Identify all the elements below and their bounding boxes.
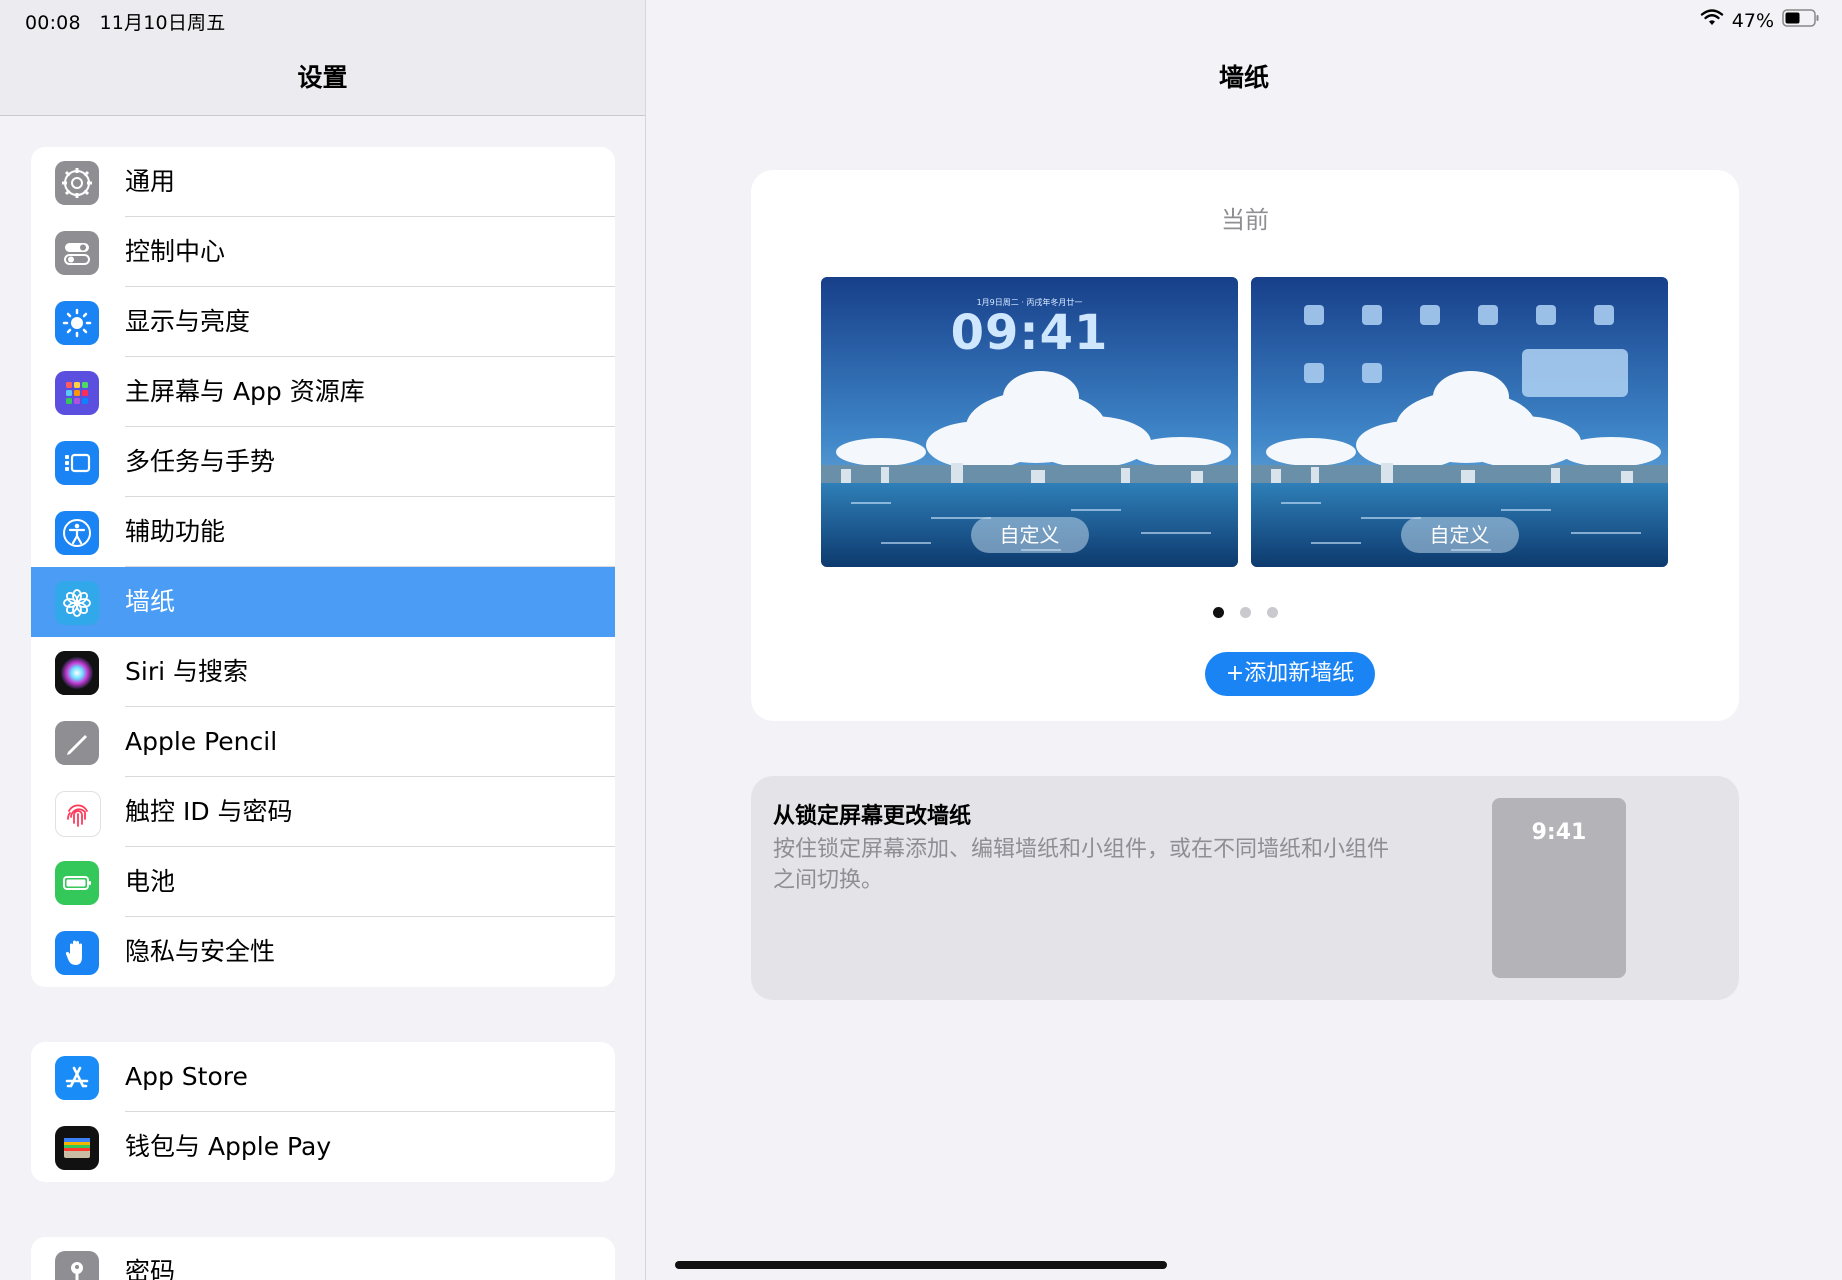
page-dot-2[interactable]	[1239, 607, 1251, 618]
sidebar-item-label: 密码	[125, 1257, 176, 1280]
sidebar-item-accessibility[interactable]: 辅助功能	[31, 497, 615, 567]
sidebar-item-label: 控制中心	[125, 237, 226, 266]
wallet-icon	[55, 1126, 99, 1170]
page-title: 墙纸	[1218, 63, 1269, 92]
hand-icon	[55, 931, 99, 975]
lock-screen-thumbnail: 9:41	[1492, 798, 1626, 978]
page-dot-1[interactable]	[1212, 607, 1224, 618]
sidebar-item-label: 显示与亮度	[125, 307, 251, 336]
sidebar-item-label: 钱包与 Apple Pay	[125, 1132, 332, 1161]
thumbnail-clock: 9:41	[1531, 820, 1587, 845]
sidebar-item-wallpaper[interactable]: 墙纸	[31, 567, 615, 637]
settings-group-accounts: 密码	[31, 1237, 615, 1280]
current-wallpaper-card: 当前 1月9日周二 · 丙戌年冬月廿一 09:41 自定义 自定义 +添加新墙纸	[751, 170, 1739, 721]
status-time: 00:08	[25, 12, 81, 34]
status-time-date: 00:08 11月10日周五	[25, 8, 225, 35]
switches-icon	[55, 231, 99, 275]
sidebar-item-privacy[interactable]: 隐私与安全性	[31, 917, 615, 987]
sidebar-item-label: 墙纸	[125, 587, 176, 616]
sidebar-item-apple-pencil[interactable]: Apple Pencil	[31, 707, 615, 777]
app-grid-icon	[55, 371, 99, 415]
sidebar-header: 00:08 11月10日周五 设置	[0, 0, 645, 116]
sidebar-item-label: 触控 ID 与密码	[125, 797, 293, 826]
sidebar-item-general[interactable]: 通用	[31, 147, 615, 217]
home-screen-preview[interactable]: 自定义	[1251, 277, 1668, 567]
sidebar-item-wallet[interactable]: 钱包与 Apple Pay	[31, 1112, 615, 1182]
wallpaper-detail-pane: 47% 墙纸 当前 1月9日周二 · 丙戌年冬月廿一 09:41 自定义 自定义…	[646, 0, 1842, 1280]
home-indicator[interactable]	[675, 1261, 1167, 1269]
sidebar-item-label: 通用	[125, 167, 176, 196]
settings-group-store: App Store 钱包与 Apple Pay	[31, 1042, 615, 1182]
flower-icon	[55, 581, 99, 625]
sidebar-item-control-center[interactable]: 控制中心	[31, 217, 615, 287]
customize-home-button[interactable]: 自定义	[1400, 517, 1519, 553]
status-date: 11月10日周五	[99, 12, 226, 34]
sun-icon	[55, 301, 99, 345]
sidebar-item-touch-id[interactable]: 触控 ID 与密码	[31, 777, 615, 847]
sidebar-item-siri[interactable]: Siri 与搜索	[31, 637, 615, 707]
current-label: 当前	[1221, 206, 1269, 234]
sidebar-item-battery[interactable]: 电池	[31, 847, 615, 917]
sidebar-item-label: 多任务与手势	[125, 447, 276, 476]
status-bar-right: 47%	[1700, 8, 1820, 33]
lock-clock: 09:41	[950, 305, 1109, 361]
gear-icon	[55, 161, 99, 205]
add-wallpaper-button[interactable]: +添加新墙纸	[1205, 652, 1375, 696]
customize-lock-button[interactable]: 自定义	[970, 517, 1089, 553]
change-from-lock-screen-card: 从锁定屏幕更改墙纸 按住锁定屏幕添加、编辑墙纸和小组件，或在不同墙纸和小组件之间…	[751, 776, 1739, 1000]
sidebar-item-label: Apple Pencil	[125, 727, 278, 756]
key-icon	[55, 1251, 99, 1280]
settings-group-general: 通用 控制中心 显示与亮度 主屏幕与 App 资源库 多任务与手势 辅助功能 墙…	[31, 147, 615, 987]
sidebar-item-home-screen[interactable]: 主屏幕与 App 资源库	[31, 357, 615, 427]
sidebar-item-passwords[interactable]: 密码	[31, 1237, 615, 1280]
sidebar-item-label: 辅助功能	[125, 517, 226, 546]
settings-sidebar: 00:08 11月10日周五 设置 通用 控制中心 显示与亮度 主屏幕与 App…	[0, 0, 646, 1280]
page-dot-3[interactable]	[1266, 607, 1278, 618]
battery-status-icon	[1782, 8, 1820, 33]
lock-card-description: 按住锁定屏幕添加、编辑墙纸和小组件，或在不同墙纸和小组件之间切换。	[773, 837, 1390, 893]
page-indicator[interactable]	[751, 607, 1739, 618]
accessibility-icon	[55, 511, 99, 555]
sidebar-item-multitasking[interactable]: 多任务与手势	[31, 427, 615, 497]
pencil-icon	[55, 721, 99, 765]
sidebar-item-app-store[interactable]: App Store	[31, 1042, 615, 1112]
battery-percentage: 47%	[1731, 9, 1774, 32]
sidebar-item-display[interactable]: 显示与亮度	[31, 287, 615, 357]
sidebar-title: 设置	[297, 63, 348, 92]
sidebar-item-label: Siri 与搜索	[125, 657, 248, 686]
wifi-icon	[1700, 9, 1724, 32]
siri-icon	[55, 651, 99, 695]
lock-screen-preview[interactable]: 1月9日周二 · 丙戌年冬月廿一 09:41 自定义	[821, 277, 1238, 567]
multitask-icon	[55, 441, 99, 485]
fingerprint-icon	[55, 791, 101, 837]
sidebar-item-label: 隐私与安全性	[125, 937, 276, 966]
sidebar-item-label: App Store	[125, 1062, 248, 1091]
appstore-icon	[55, 1056, 99, 1100]
sidebar-item-label: 电池	[125, 867, 176, 896]
battery-icon	[55, 861, 99, 905]
sidebar-item-label: 主屏幕与 App 资源库	[125, 377, 365, 406]
lock-card-title: 从锁定屏幕更改墙纸	[773, 804, 972, 829]
